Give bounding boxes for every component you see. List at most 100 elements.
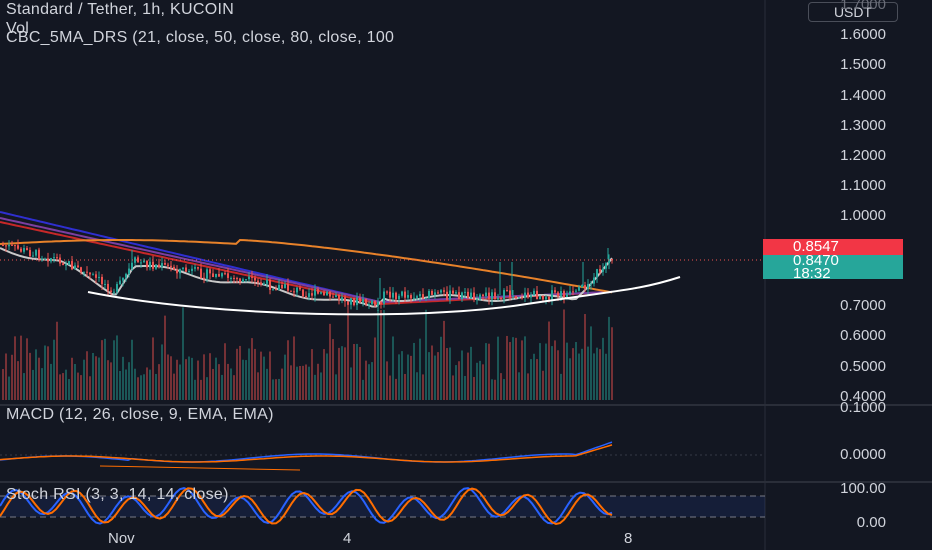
volume-bar — [521, 340, 523, 400]
candle-body — [248, 276, 250, 280]
candle-body — [26, 248, 28, 251]
candle-body — [470, 292, 472, 299]
candle-body — [14, 245, 16, 247]
volume-bar — [305, 364, 307, 400]
candlesticks[interactable] — [2, 239, 613, 311]
volume-bar — [122, 356, 124, 400]
volume-bar — [566, 342, 568, 400]
volume-bar — [230, 368, 232, 400]
candle-body — [308, 293, 310, 297]
volume-bar — [371, 362, 373, 400]
volume-bars — [2, 300, 613, 400]
candle-body — [194, 267, 196, 269]
candle-body — [59, 257, 61, 264]
price-tick: 1.1000 — [840, 177, 886, 194]
candle-body — [476, 299, 478, 301]
candle-body — [119, 280, 121, 285]
volume-bar — [164, 315, 166, 400]
candle-body — [569, 291, 571, 295]
candle-body — [188, 270, 190, 272]
volume-bar — [14, 336, 16, 400]
volume-bar — [47, 346, 49, 400]
volume-bar — [422, 374, 424, 400]
volume-bar — [125, 369, 127, 400]
volume-bar — [269, 351, 271, 400]
volume-bar — [602, 337, 604, 400]
candle-body — [590, 283, 592, 285]
volume-bar — [95, 356, 97, 400]
candle-body — [86, 271, 88, 273]
volume-bar — [356, 343, 358, 400]
volume-bar — [239, 345, 241, 400]
candle-body — [440, 290, 442, 293]
volume-bar — [593, 353, 595, 400]
volume-bar — [143, 374, 145, 400]
candle-body — [452, 290, 454, 294]
stoch-legend[interactable]: Stoch RSI (3, 3, 14, 14, close) — [6, 486, 229, 504]
candle-body — [449, 290, 451, 300]
volume-bar — [131, 339, 133, 400]
candle-body — [542, 295, 544, 300]
candle-body — [140, 262, 142, 264]
candle-body — [68, 261, 70, 265]
candle-body — [209, 269, 211, 274]
indicator-legend[interactable]: CBC_5MA_DRS (21, close, 50, close, 80, c… — [6, 29, 394, 47]
macd-legend[interactable]: MACD (12, 26, close, 9, EMA, EMA) — [6, 406, 274, 424]
volume-bar — [509, 342, 511, 400]
candle-body — [275, 289, 277, 291]
candle-body — [290, 290, 292, 292]
candle-body — [122, 277, 124, 281]
volume-bar — [563, 309, 565, 400]
candle-body — [596, 269, 598, 278]
candle-body — [200, 268, 202, 278]
candle-body — [443, 290, 445, 292]
volume-bar — [575, 342, 577, 400]
volume-bar — [128, 362, 130, 400]
candle-body — [251, 276, 253, 278]
candle-body — [293, 291, 295, 293]
candle-body — [386, 291, 388, 293]
volume-bar — [590, 326, 592, 400]
candle-body — [344, 297, 346, 302]
candle-body — [20, 248, 22, 252]
volume-bar — [368, 364, 370, 400]
price-tick: 1.0000 — [840, 207, 886, 224]
price-tick: 0.6000 — [840, 327, 886, 344]
candle-body — [305, 295, 307, 297]
candle-body — [584, 285, 586, 289]
candle-body — [104, 283, 106, 285]
volume-bar — [482, 364, 484, 400]
candle-body — [296, 287, 298, 293]
candle-body — [155, 264, 157, 269]
candle-body — [110, 290, 112, 293]
volume-bar — [101, 340, 103, 400]
candle-body — [557, 292, 559, 297]
candle-body — [464, 291, 466, 293]
candle-body — [128, 268, 130, 274]
candle-body — [116, 284, 118, 292]
volume-bar — [218, 364, 220, 400]
candle-body — [245, 279, 247, 281]
volume-bar — [281, 368, 283, 400]
candle-body — [17, 245, 19, 249]
volume-bar — [8, 376, 10, 400]
symbol-legend[interactable]: Standard / Tether, 1h, KUCOIN — [6, 1, 234, 19]
candle-body — [146, 260, 148, 268]
macd-trend-line — [99, 465, 301, 471]
volume-bar — [353, 344, 355, 400]
candle-body — [425, 297, 427, 299]
macd-tick: 0.1000 — [840, 399, 886, 416]
price-tick: 1.6000 — [840, 26, 886, 43]
candle-body — [143, 260, 145, 263]
candle-body — [227, 273, 229, 278]
volume-bar — [299, 365, 301, 400]
volume-bar — [317, 363, 319, 400]
volume-bar — [287, 340, 289, 400]
volume-bar — [200, 379, 202, 400]
candle-body — [494, 292, 496, 300]
candle-body — [56, 257, 58, 259]
candle-body — [335, 295, 337, 298]
candle-body — [503, 290, 505, 300]
candle-body — [182, 267, 184, 269]
candle-body — [572, 291, 574, 293]
